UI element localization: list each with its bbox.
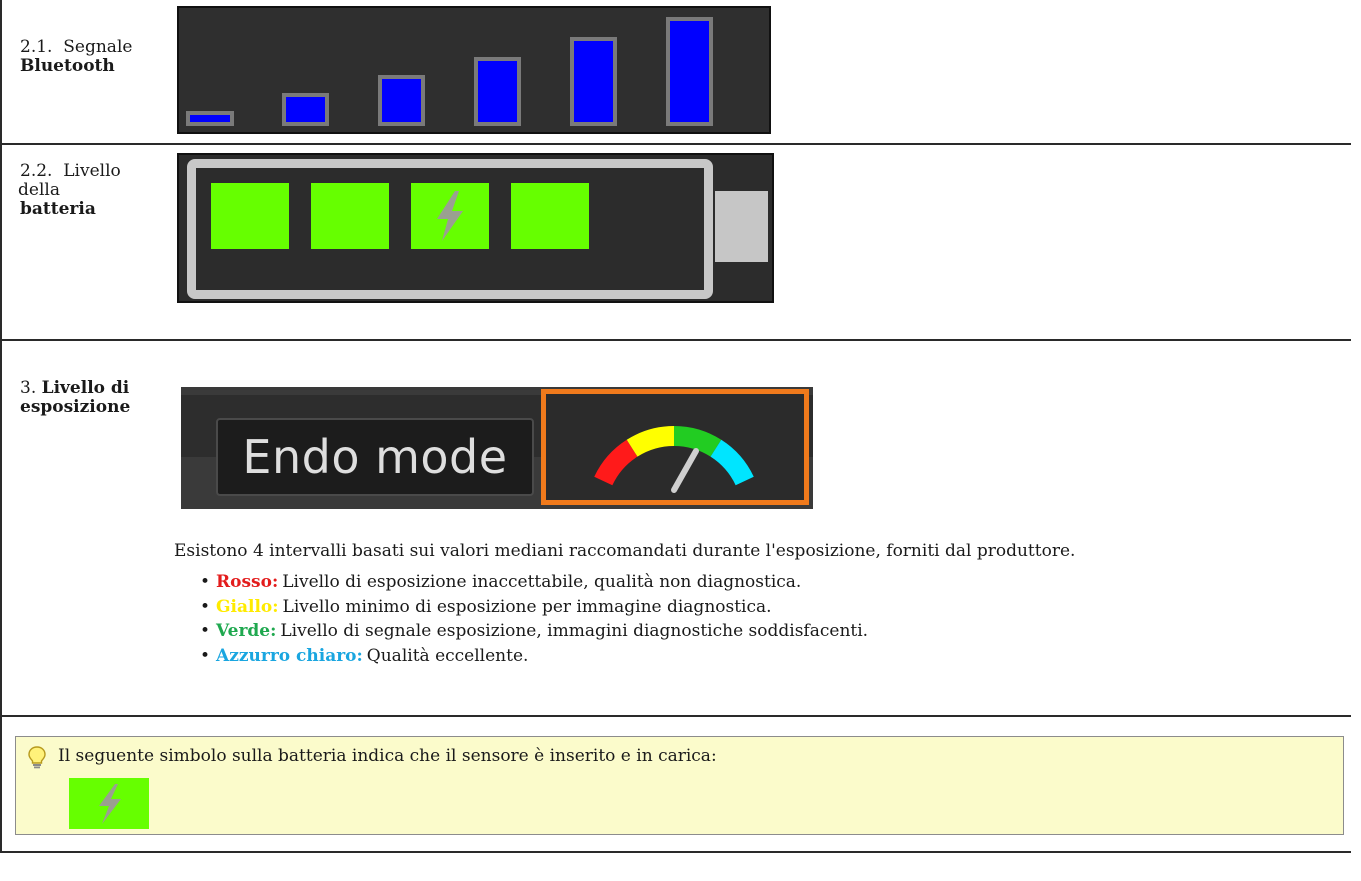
lightbulb-icon <box>28 746 46 769</box>
list-item: Giallo:Livello minimo di esposizione per… <box>200 595 868 620</box>
table-left-border <box>0 0 2 852</box>
exposure-gauge-button[interactable] <box>541 389 809 505</box>
exposure-number: 3. <box>20 378 37 398</box>
level-name: Giallo: <box>216 596 279 617</box>
lightning-bolt-icon <box>437 191 463 241</box>
battery-label-bold: batteria <box>20 199 96 219</box>
endo-mode-button[interactable]: Endo mode <box>216 418 534 496</box>
gauge-segment <box>626 426 675 457</box>
battery-cell <box>311 183 389 249</box>
signal-bar <box>570 37 617 126</box>
level-description: Qualità eccellente. <box>366 645 529 666</box>
battery-label-line1: Livello <box>63 161 121 181</box>
row-divider <box>0 715 1351 717</box>
tip-text: Il seguente simbolo sulla batteria indic… <box>58 746 717 766</box>
battery-row-label: 2.2. Livello della batteria <box>18 161 121 219</box>
list-item: Verde:Livello di segnale esposizione, im… <box>200 619 869 644</box>
row-divider <box>0 339 1351 341</box>
level-name: Verde: <box>216 621 277 642</box>
level-description: Livello di segnale esposizione, immagini… <box>280 621 869 642</box>
level-name: Azzurro chiaro: <box>216 645 363 666</box>
level-name: Rosso: <box>216 572 279 592</box>
gauge-needle <box>671 448 699 493</box>
bluetooth-label: Segnale <box>63 37 133 57</box>
battery-cell <box>511 183 589 249</box>
signal-bar <box>186 111 234 126</box>
gauge-icon <box>594 426 754 493</box>
bluetooth-number: 2.1. <box>20 37 53 57</box>
battery-label-line2: della <box>18 180 60 200</box>
gauge-segment <box>710 439 754 486</box>
signal-bar <box>378 75 425 126</box>
exposure-label-bold-1: Livello di <box>41 378 130 398</box>
battery-terminal <box>715 191 768 262</box>
battery-cell <box>411 183 489 249</box>
table-bottom-border <box>0 851 1351 853</box>
bluetooth-row-label: 2.1. Segnale Bluetooth <box>20 38 132 76</box>
tip-box: Il seguente simbolo sulla batteria indic… <box>15 736 1344 835</box>
exposure-intro-text: Esistono 4 intervalli basati sui valori … <box>174 541 1076 561</box>
signal-bar <box>282 93 329 126</box>
bluetooth-label-bold: Bluetooth <box>20 56 115 76</box>
battery-level-indicator <box>177 153 774 303</box>
level-description: Livello di esposizione inaccettabile, qu… <box>282 572 802 592</box>
battery-cell <box>211 183 289 249</box>
list-item: Rosso:Livello di esposizione inaccettabi… <box>200 570 868 595</box>
exposure-toolbar: Endo mode <box>181 387 813 509</box>
exposure-levels-list: Rosso:Livello di esposizione inaccettabi… <box>200 570 869 669</box>
bluetooth-signal-bars <box>177 6 771 134</box>
signal-bar <box>666 17 713 126</box>
gauge-segment <box>673 426 722 457</box>
battery-number: 2.2. <box>20 161 53 181</box>
level-description: Livello minimo di esposizione per immagi… <box>282 596 772 617</box>
list-item: Azzurro chiaro:Qualità eccellente. <box>200 644 868 669</box>
lightning-bolt-icon <box>99 784 121 824</box>
charging-symbol <box>69 778 149 829</box>
gauge-segment <box>594 439 638 486</box>
exposure-row-label: 3. Livello di esposizione <box>20 379 130 417</box>
row-divider <box>0 143 1351 145</box>
exposure-label-bold-2: esposizione <box>20 397 131 417</box>
signal-bar <box>474 57 521 126</box>
